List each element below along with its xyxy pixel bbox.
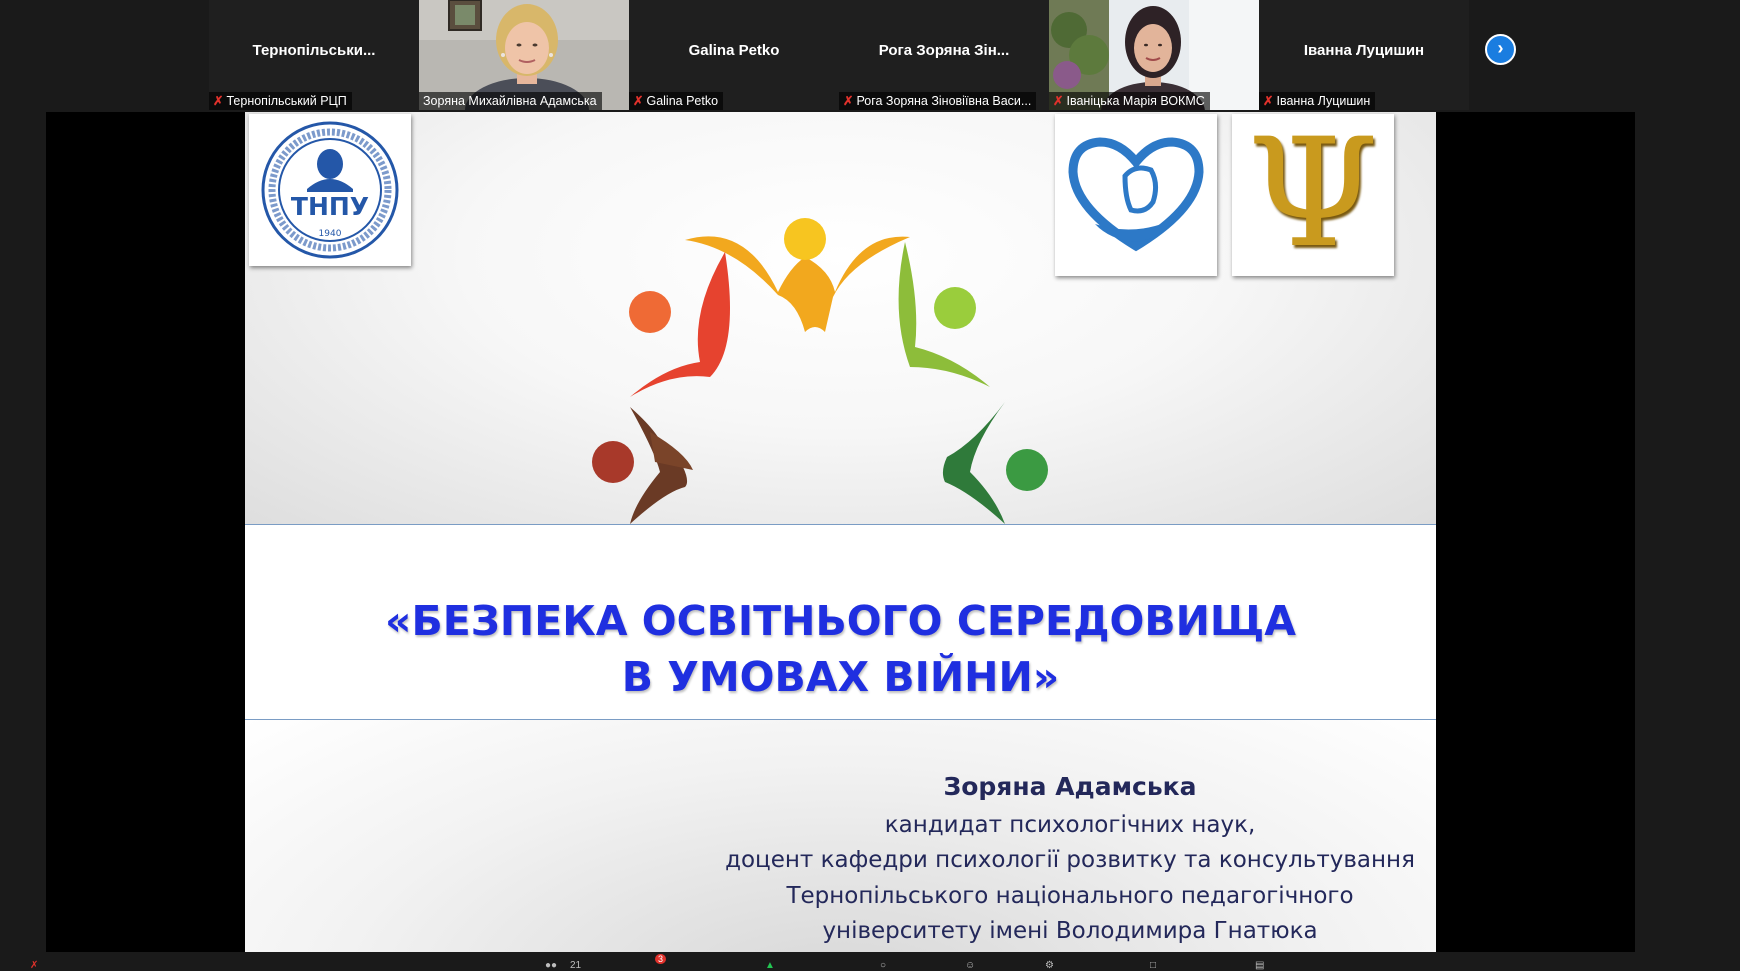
- slide-title: «БЕЗПЕКА ОСВІТНЬОГО СЕРЕДОВИЩА В УМОВАХ …: [245, 593, 1436, 705]
- university-logo-year: 1940: [319, 229, 342, 239]
- chat-badge: 3: [655, 954, 667, 964]
- chevron-right-icon: ›: [1497, 38, 1504, 58]
- meeting-toolbar: ✗ ●● 21 3 ▲ ○ ☺ ⚙ □ ▤: [0, 952, 1740, 971]
- apps-icon[interactable]: ⚙: [1045, 960, 1054, 971]
- participant-tile[interactable]: Рога Зоряна Зін... ✗ Рога Зоряна Зіновіїв…: [839, 0, 1049, 110]
- participant-tile[interactable]: Galina Petko ✗ Galina Petko: [629, 0, 839, 110]
- university-logo-text: ТНПУ: [291, 192, 369, 221]
- mic-muted-icon: ✗: [1263, 94, 1274, 108]
- next-page-button[interactable]: ›: [1485, 34, 1516, 65]
- slide-title-band: «БЕЗПЕКА ОСВІТНЬОГО СЕРЕДОВИЩА В УМОВАХ …: [245, 524, 1436, 720]
- participant-name-label: ✗ Galina Petko: [629, 92, 724, 110]
- presentation-slide: ТНПУ 1940 Ψ «БЕЗПЕКА ОСВІТНЬОГО СЕРЕДОВИ…: [245, 112, 1436, 952]
- author-title-line: доцент кафедри психології розвитку та ко…: [725, 847, 1415, 873]
- university-logo: ТНПУ 1940: [249, 114, 411, 266]
- author-title-line: університету імені Володимира Гнатюка: [822, 918, 1318, 944]
- reactions-icon[interactable]: ☺: [965, 960, 975, 971]
- participant-name-label: ✗ Іванна Луцишин: [1259, 92, 1376, 110]
- notes-icon[interactable]: ▤: [1255, 960, 1264, 971]
- share-screen-icon[interactable]: ▲: [765, 960, 775, 971]
- participant-name-label: ✗ Рога Зоряна Зіновіївна Васи...: [839, 92, 1037, 110]
- participant-name-label: ✗ Тернопільський РЦП: [209, 92, 352, 110]
- participant-tile[interactable]: Тернопільськи... ✗ Тернопільський РЦП: [209, 0, 419, 110]
- heart-care-icon: [1068, 137, 1204, 252]
- participants-count: 21: [570, 960, 582, 971]
- university-emblem-icon: ТНПУ 1940: [261, 121, 399, 259]
- people-circle-logo: [592, 218, 1048, 524]
- participant-display-name: Galina Petko: [688, 42, 780, 59]
- author-title-line: Тернопільського національного педагогічн…: [786, 883, 1354, 909]
- mic-muted-icon: ✗: [633, 94, 644, 108]
- psi-logo: Ψ: [1232, 114, 1394, 276]
- participant-tile-active-speaker[interactable]: Зоряна Михайлівна Адамська: [419, 0, 629, 110]
- participants-icon[interactable]: ●●: [545, 960, 557, 971]
- mic-muted-icon: ✗: [1053, 94, 1064, 108]
- author-title-line: кандидат психологічних наук,: [884, 812, 1256, 838]
- psychology-service-logo: [1055, 114, 1217, 276]
- participant-display-name: Тернопільськи...: [252, 42, 376, 59]
- participant-display-name: Рога Зоряна Зін...: [878, 42, 1010, 59]
- participant-tile[interactable]: Іванна Луцишин ✗ Іванна Луцишин: [1259, 0, 1469, 110]
- whiteboard-icon[interactable]: □: [1150, 960, 1156, 971]
- slide-title-line: В УМОВАХ ВІЙНИ»: [621, 653, 1060, 701]
- participant-display-name: Іванна Луцишин: [1303, 42, 1425, 59]
- author-name: Зоряна Адамська: [943, 772, 1197, 801]
- participant-name-label: ✗ Іваніцька Марія ВОКМС: [1049, 92, 1210, 110]
- slide-title-line: «БЕЗПЕКА ОСВІТНЬОГО СЕРЕДОВИЩА: [385, 597, 1296, 645]
- record-icon[interactable]: ○: [880, 960, 886, 971]
- mic-muted-icon: ✗: [843, 94, 854, 108]
- psi-symbol-icon: Ψ: [1247, 112, 1379, 281]
- mic-muted-icon: ✗: [213, 94, 224, 108]
- participant-name-label: Зоряна Михайлівна Адамська: [419, 92, 602, 110]
- mute-icon[interactable]: ✗: [30, 960, 38, 971]
- participant-strip: Тернопільськи... ✗ Тернопільський РЦП Зор…: [209, 0, 1469, 110]
- participant-tile[interactable]: ✗ Іваніцька Марія ВОКМС: [1049, 0, 1259, 110]
